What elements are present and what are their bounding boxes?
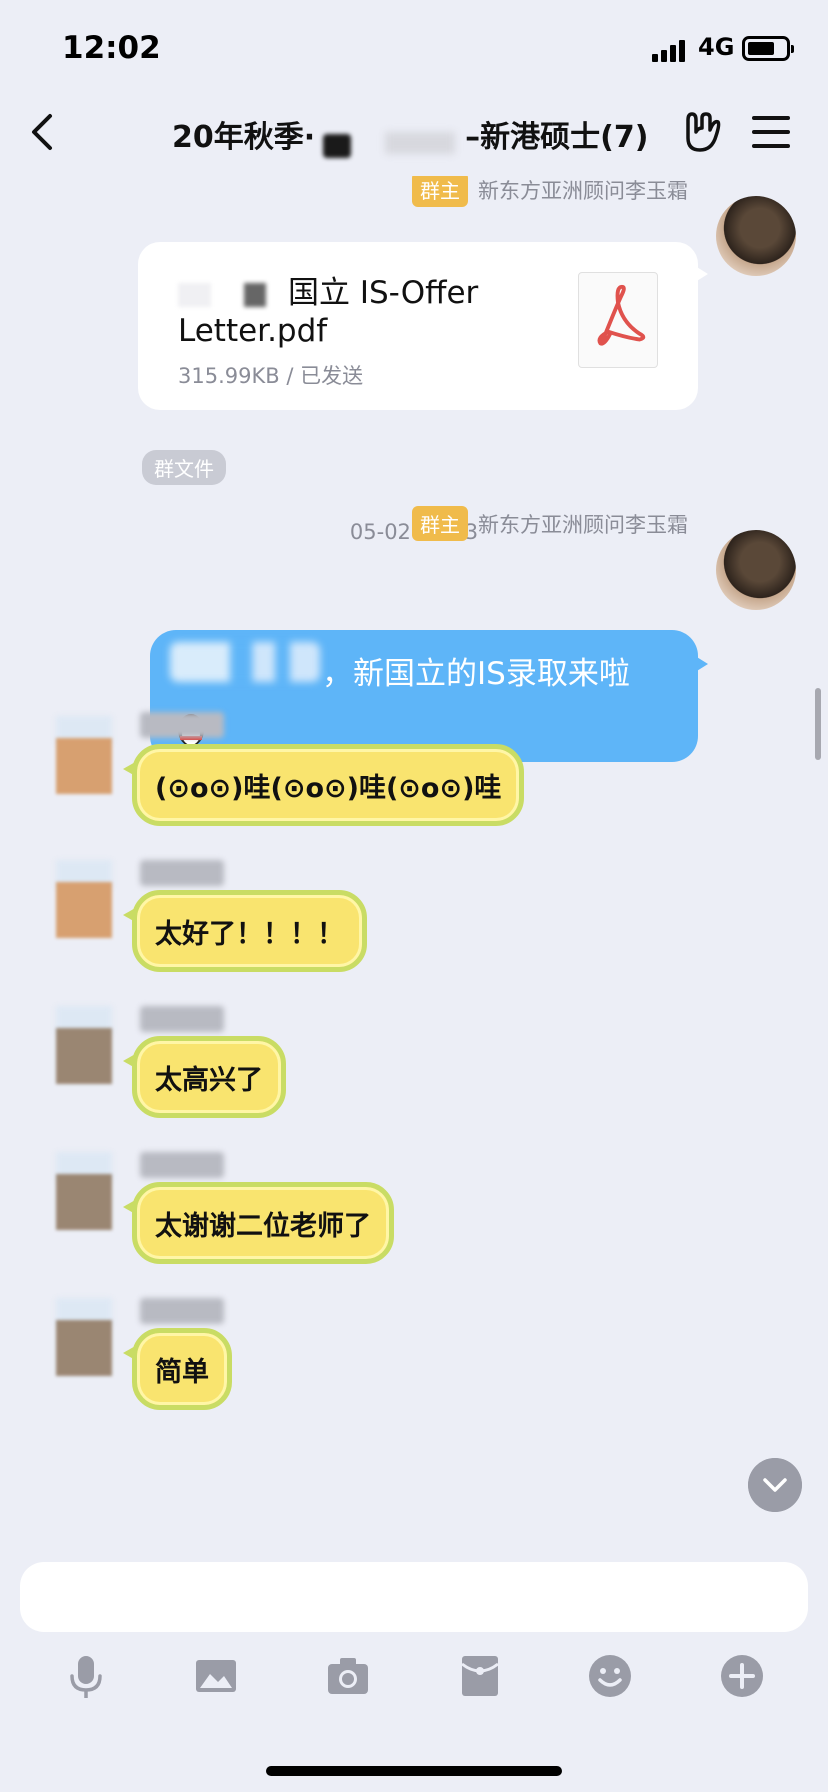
owner-badge: 群主 [412,176,468,207]
avatar[interactable] [56,1028,112,1084]
file-meta: 315.99KB / 已发送 [178,364,364,388]
avatar[interactable] [56,882,112,938]
header: 12:02 4G 20年秋季· –新港硕士(7) [0,0,828,176]
file-message[interactable]: 国立 IS-Offer Letter.pdf 315.99KB / 已发送 [138,242,708,410]
sender-name-redacted [140,712,224,738]
sender-row: 群主 新东方亚洲顾问李玉霜 [412,506,688,541]
lemon-bubble[interactable]: 太好了！！！！ [123,890,367,972]
message-text: ，新国立的IS录取来啦 [322,656,630,692]
lemon-bubble[interactable]: 简单 [123,1328,232,1410]
red-packet-icon[interactable] [456,1652,504,1700]
avatar[interactable] [56,1174,112,1230]
image-icon[interactable] [192,1652,240,1700]
avatar[interactable] [56,738,112,794]
message-row: (⊙o⊙)哇(⊙o⊙)哇(⊙o⊙)哇 [0,708,828,868]
sender-name-redacted [140,1006,224,1032]
network-type: 4G [698,33,735,61]
chat-title-prefix: 20年秋季· [172,120,316,155]
sender-name-redacted [140,860,224,886]
pdf-icon [578,272,658,368]
chat-title-suffix: –新港硕士(7) [465,120,649,155]
back-button[interactable] [26,108,60,156]
status-time: 12:02 [62,30,161,66]
lemon-bubble[interactable]: 太高兴了 [123,1036,286,1118]
rock-hand-icon[interactable] [680,110,722,154]
signal-icon [652,38,690,62]
camera-icon[interactable] [324,1652,372,1700]
owner-badge: 群主 [412,506,468,541]
avatar[interactable] [56,1320,112,1376]
lemon-bubble[interactable]: (⊙o⊙)哇(⊙o⊙)哇(⊙o⊙)哇 [122,744,525,826]
file-name: 国立 IS-Offer Letter.pdf [178,275,479,349]
redacted-mask [178,282,288,307]
battery-icon [742,36,794,61]
plus-icon[interactable] [718,1652,766,1700]
sender-name-redacted [140,1152,224,1178]
scroll-down-button[interactable] [748,1458,802,1512]
message-row: 太好了！！！！ [0,856,828,1016]
home-indicator [266,1766,562,1776]
avatar[interactable] [716,196,796,276]
microphone-icon[interactable] [62,1652,110,1700]
emoji-icon[interactable] [586,1652,634,1700]
sender-name-redacted [140,1298,224,1324]
lemon-bubble[interactable]: 太谢谢二位老师了 [123,1182,394,1264]
redacted-mask [170,642,320,682]
chat-area[interactable]: 群主 新东方亚洲顾问李玉霜 国立 IS-Offer Letter.pdf 315… [0,176,828,1558]
message-row: 太谢谢二位老师了 [0,1152,828,1312]
message-row: 简单 [0,1298,828,1458]
sender-row: 群主 新东方亚洲顾问李玉霜 [412,176,688,207]
message-input[interactable] [20,1562,808,1632]
chat-title[interactable]: 20年秋季· –新港硕士(7) [172,112,648,156]
composer [0,1544,828,1792]
group-file-tag[interactable]: 群文件 [142,450,226,485]
message-row: 太高兴了 [0,1004,828,1164]
scrollbar[interactable] [815,688,821,760]
menu-button[interactable] [752,116,790,150]
sender-name: 新东方亚洲顾问李玉霜 [478,178,688,203]
redacted-mask [315,128,465,150]
avatar[interactable] [716,530,796,610]
sender-name: 新东方亚洲顾问李玉霜 [478,512,688,537]
